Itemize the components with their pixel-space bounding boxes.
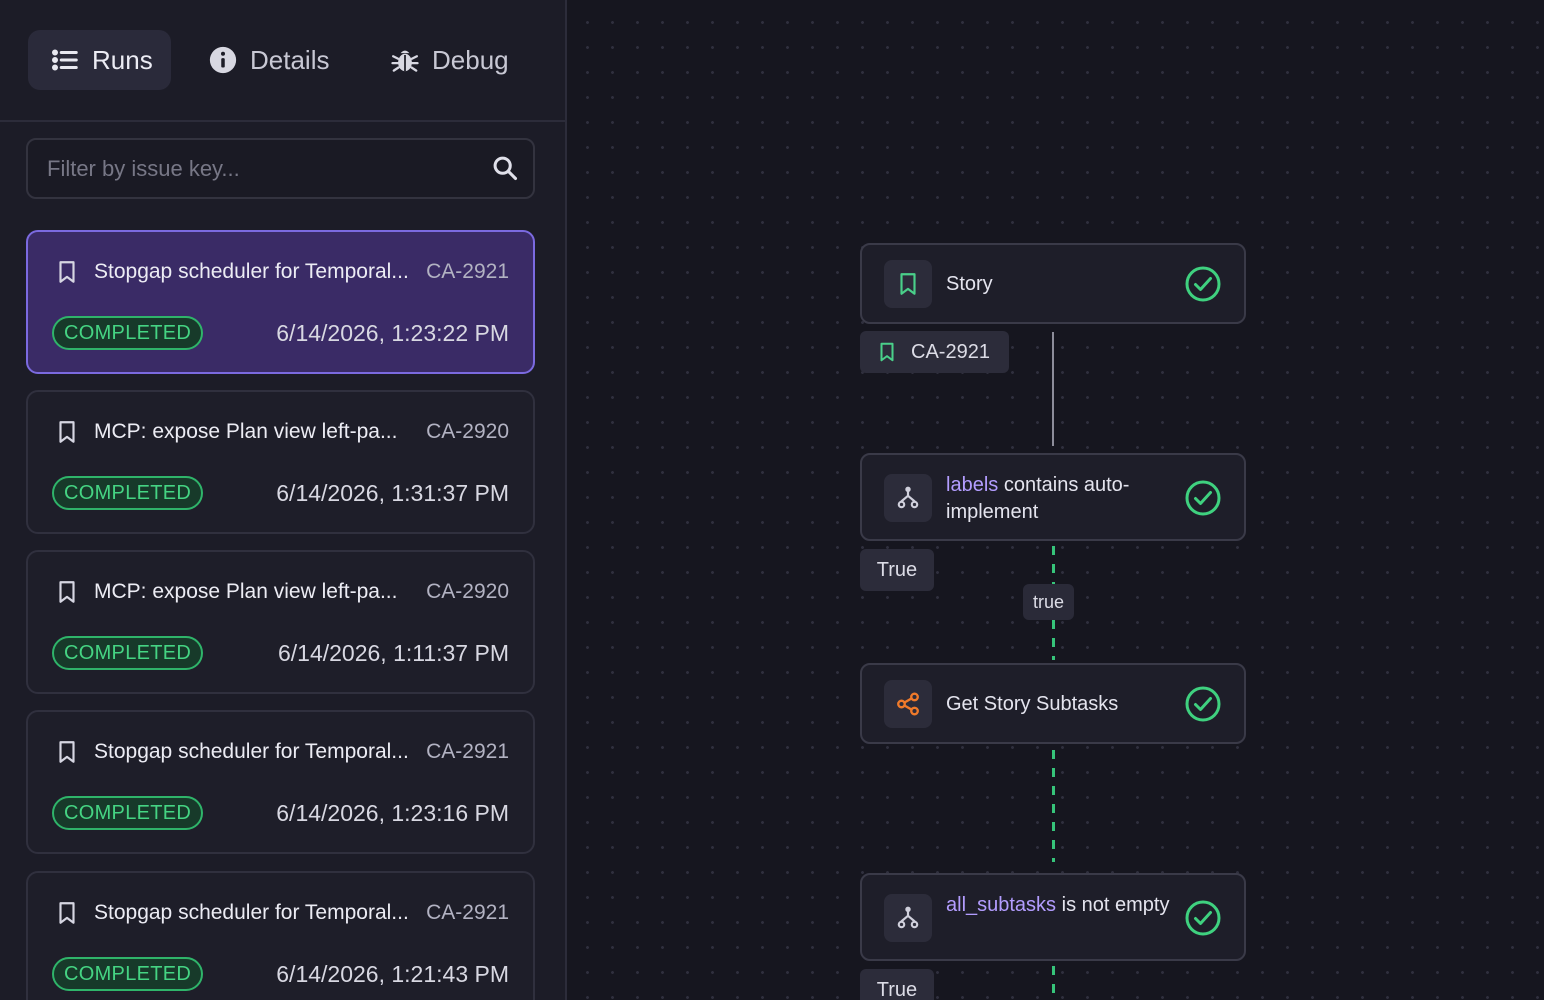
bookmark-icon: [59, 581, 75, 603]
node-label: Get Story Subtasks: [946, 693, 1119, 715]
issue-key-tag: CA-2921: [860, 331, 1009, 373]
run-issue-key: CA-2920: [426, 580, 509, 603]
run-item[interactable]: MCP: expose Plan view left-pa... CA-2920…: [26, 390, 535, 534]
run-timestamp: 6/14/2026, 1:11:37 PM: [277, 640, 509, 666]
check-circle-icon: [1185, 480, 1221, 516]
status-badge: COMPLETED: [52, 636, 204, 670]
run-timestamp: 6/14/2026, 1:23:16 PM: [276, 800, 509, 826]
bookmark-icon: [59, 902, 75, 924]
list-icon: [51, 49, 78, 71]
node-label: Story: [946, 273, 993, 295]
flow-canvas[interactable]: Story CA-2921 labels contains auto-imple…: [567, 0, 1544, 1000]
edge-label: true: [1023, 584, 1075, 620]
share-icon: [897, 692, 919, 716]
flow-node-get-story-subtasks[interactable]: Get Story Subtasks: [860, 663, 1246, 744]
bookmark-icon: [900, 273, 916, 295]
condition-field: labels: [946, 474, 999, 496]
connector-dashed: [1052, 546, 1055, 586]
flow-node-story[interactable]: Story: [860, 243, 1246, 324]
tab-details-label: Details: [250, 44, 330, 75]
status-badge: COMPLETED: [52, 476, 204, 510]
runs-sidebar: Runs Details Debug Filter by issue key..…: [0, 0, 567, 1000]
tab-debug[interactable]: Debug: [368, 30, 531, 90]
run-issue-key: CA-2920: [426, 420, 509, 443]
check-circle-icon: [1185, 266, 1221, 302]
status-badge: COMPLETED: [52, 796, 204, 830]
bookmark-icon: [59, 261, 75, 283]
run-title: MCP: expose Plan view left-pa...: [94, 580, 398, 603]
bug-icon: [391, 50, 419, 72]
run-item[interactable]: Stopgap scheduler for Temporal... CA-292…: [26, 871, 535, 1000]
status-badge: COMPLETED: [52, 957, 204, 991]
run-issue-key: CA-2921: [426, 740, 509, 763]
connector-dashed: [1052, 620, 1055, 660]
search-icon[interactable]: [491, 154, 519, 182]
connector-dashed: [1052, 750, 1055, 862]
flow-node-condition-subtasks[interactable]: all_subtasks is not empty: [860, 873, 1246, 961]
status-badge: COMPLETED: [52, 316, 204, 350]
issue-key-tag-label: CA-2921: [911, 340, 990, 363]
bookmark-icon: [59, 741, 75, 763]
issue-filter: [26, 138, 535, 199]
branch-true-tag: True: [860, 969, 934, 1000]
bookmark-icon: [59, 421, 75, 443]
flow-node-condition-labels[interactable]: labels contains auto-implement: [860, 453, 1246, 541]
run-issue-key: CA-2921: [426, 260, 509, 283]
node-icon-box: [884, 474, 932, 522]
branch-true-tag: True: [860, 549, 934, 591]
run-item[interactable]: MCP: expose Plan view left-pa... CA-2920…: [26, 550, 535, 694]
branch-icon: [897, 906, 919, 929]
tab-debug-label: Debug: [432, 44, 509, 75]
check-circle-icon: [1185, 686, 1221, 722]
run-item[interactable]: Stopgap scheduler for Temporal... CA-292…: [26, 710, 535, 854]
bookmark-icon: [880, 342, 894, 362]
sidebar-tabs: Runs Details Debug: [0, 0, 565, 122]
run-timestamp: 6/14/2026, 1:31:37 PM: [276, 480, 509, 506]
run-title: Stopgap scheduler for Temporal...: [94, 260, 409, 283]
info-icon: [209, 46, 237, 74]
tab-runs[interactable]: Runs: [28, 30, 171, 90]
condition-field: all_subtasks: [946, 894, 1057, 916]
run-timestamp: 6/14/2026, 1:23:22 PM: [276, 320, 509, 346]
run-issue-key: CA-2921: [426, 901, 509, 924]
tab-details[interactable]: Details: [186, 30, 351, 90]
node-icon-box: [884, 260, 932, 308]
search-input[interactable]: [28, 140, 468, 197]
connector-solid: [1052, 332, 1054, 446]
check-circle-icon: [1185, 900, 1221, 936]
run-title: Stopgap scheduler for Temporal...: [94, 740, 409, 763]
tab-runs-label: Runs: [92, 44, 153, 75]
condition-text: labels contains auto-implement: [946, 472, 1176, 526]
node-icon-box: [884, 680, 932, 728]
condition-operator: is not empty: [1056, 894, 1170, 916]
node-icon-box: [884, 894, 932, 942]
connector-dashed: [1052, 966, 1055, 1000]
run-title: MCP: expose Plan view left-pa...: [94, 420, 398, 443]
branch-icon: [897, 486, 919, 509]
run-item[interactable]: Stopgap scheduler for Temporal... CA-292…: [26, 230, 535, 374]
condition-text: all_subtasks is not empty: [946, 892, 1176, 919]
run-timestamp: 6/14/2026, 1:21:43 PM: [276, 961, 509, 987]
run-title: Stopgap scheduler for Temporal...: [94, 901, 409, 924]
